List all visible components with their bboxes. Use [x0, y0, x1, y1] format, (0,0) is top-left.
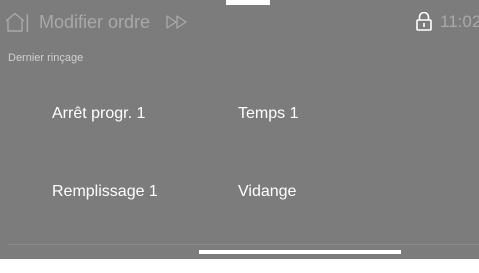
divider: [8, 244, 479, 245]
fast-forward-icon[interactable]: [166, 15, 188, 29]
top-scroll-indicator: [226, 0, 270, 5]
screen: | Modifier ordre 11:02 Dernier rinçage A…: [0, 0, 479, 259]
page-subtitle: Dernier rinçage: [8, 52, 84, 64]
option-remplissage-1[interactable]: Remplissage 1: [52, 182, 158, 202]
option-arret-progr-1[interactable]: Arrêt progr. 1: [52, 104, 145, 124]
option-vidange[interactable]: Vidange: [238, 182, 296, 202]
lock-icon: [416, 11, 432, 31]
header-title: Modifier ordre: [39, 12, 151, 32]
option-temps-1[interactable]: Temps 1: [238, 104, 298, 124]
clock: 11:02: [440, 12, 479, 31]
page-indicator[interactable]: [199, 250, 401, 254]
header-separator: |: [25, 12, 30, 32]
home-icon[interactable]: [4, 12, 26, 32]
header-bar: | Modifier ordre 11:02: [0, 0, 479, 33]
